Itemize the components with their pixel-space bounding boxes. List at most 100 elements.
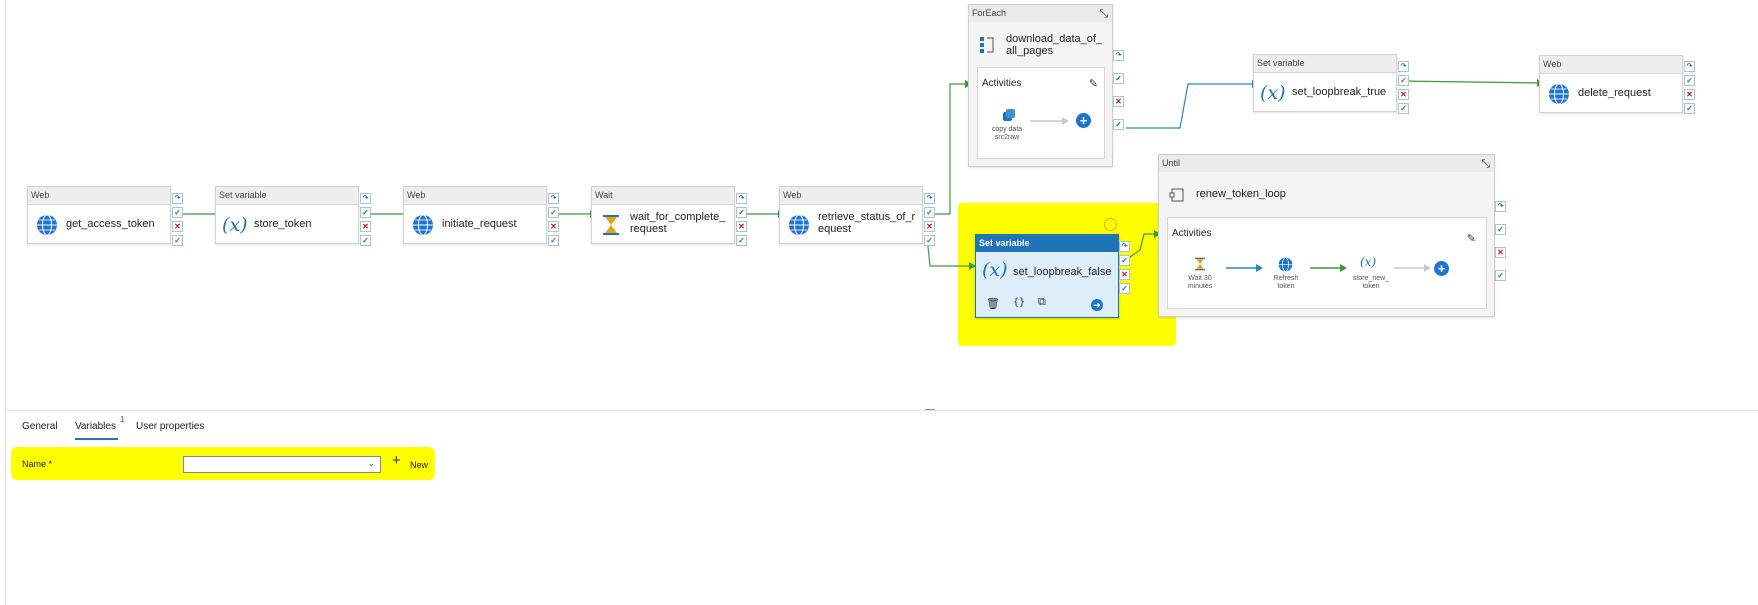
tab-general[interactable]: General [22, 421, 58, 432]
completion-port[interactable]: ✓ [1398, 103, 1409, 114]
skip-port[interactable]: ↷ [1495, 201, 1506, 212]
delete-icon[interactable]: 🗑 [986, 297, 1000, 310]
activity-wait-for-complete-request[interactable]: Wait wait_for_complete_ request [591, 186, 735, 244]
plus-icon[interactable]: + [392, 452, 401, 469]
success-port[interactable]: ✓ [736, 207, 747, 218]
activity-type: Wait [592, 187, 734, 205]
activity-ports: ↷ ✓ ✕ ✓ [1398, 61, 1409, 117]
completion-port[interactable]: ✓ [172, 235, 183, 246]
skip-port[interactable]: ↷ [736, 193, 747, 204]
activity-delete-request[interactable]: Web delete_request [1539, 55, 1683, 113]
globe-icon [413, 214, 433, 236]
activity-name: download_data_of_ all_pages [1006, 33, 1103, 57]
activity-type: Web [404, 187, 546, 205]
skip-port[interactable]: ↷ [172, 193, 183, 204]
add-activity-button[interactable]: + [1434, 261, 1449, 276]
activity-name: set_loopbreak_true [1292, 86, 1387, 98]
collapse-icon[interactable]: ⤡ [1099, 8, 1108, 21]
activity-type: Set variable [216, 187, 358, 205]
activity-get-access-token[interactable]: Web get_access_token [27, 186, 171, 244]
completion-port[interactable]: ✓ [1495, 270, 1506, 281]
failure-port[interactable]: ✕ [1113, 96, 1124, 107]
activity-initiate-request[interactable]: Web initiate_request [403, 186, 547, 244]
foreach-container[interactable]: ForEach ⤡ download_data_of_ all_pages Ac… [968, 4, 1113, 167]
go-arrow-icon[interactable]: ➜ [1091, 299, 1103, 311]
failure-port[interactable]: ✕ [360, 221, 371, 232]
variable-icon: (𝑥) [1260, 82, 1286, 104]
pencil-icon[interactable]: ✎ [1089, 77, 1098, 90]
completion-port[interactable]: ✓ [1119, 283, 1130, 294]
until-activities-panel[interactable]: Activities ✎ Wait 30 minutes Refresh tok… [1167, 217, 1487, 309]
copy-icon[interactable]: ⧉ [1038, 296, 1046, 309]
completion-port[interactable]: ✓ [360, 235, 371, 246]
activity-name: set_loopbreak_false [1013, 266, 1112, 278]
name-dropdown[interactable]: ⌄ [183, 456, 381, 473]
success-port[interactable]: ✓ [1113, 73, 1124, 84]
inner-connector [1394, 264, 1431, 272]
activity-ports: ↷ ✓ ✕ ✓ [736, 193, 747, 249]
failure-port[interactable]: ✕ [548, 221, 559, 232]
failure-port[interactable]: ✕ [1495, 247, 1506, 258]
failure-port[interactable]: ✕ [172, 221, 183, 232]
activity-name: store_token [254, 218, 312, 230]
failure-port[interactable]: ✕ [736, 221, 747, 232]
until-container[interactable]: Until ⤡ renew_token_loop Activities ✎ Wa… [1158, 154, 1495, 317]
activity-ports: ↷ ✓ ✕ ✓ [548, 193, 559, 249]
activity-name: delete_request [1578, 87, 1651, 99]
activity-set-loopbreak-true[interactable]: Set variable (𝑥) set_loopbreak_true [1253, 54, 1397, 112]
failure-port[interactable]: ✕ [1398, 89, 1409, 100]
failure-port[interactable]: ✕ [1119, 269, 1130, 280]
variable-icon: (𝑥) [982, 259, 1008, 281]
success-port[interactable]: ✓ [924, 207, 935, 218]
new-variable-button[interactable]: New [410, 460, 428, 470]
add-activity-button[interactable]: + [1076, 113, 1091, 128]
failure-port[interactable]: ✕ [924, 221, 935, 232]
skip-port[interactable]: ↷ [548, 193, 559, 204]
activity-ports: ↷ ✓ ✕ ✓ [360, 193, 371, 249]
pencil-icon[interactable]: ✎ [1467, 232, 1476, 245]
activity-type: Web [28, 187, 170, 205]
failure-port[interactable]: ✕ [1684, 89, 1695, 100]
skip-port[interactable]: ↷ [1684, 61, 1695, 72]
chevron-down-icon: ⌄ [367, 458, 375, 468]
completion-port[interactable]: ✓ [924, 235, 935, 246]
tab-user-properties[interactable]: User properties [136, 421, 204, 432]
collapse-icon[interactable]: ⤡ [1481, 158, 1490, 171]
active-tab-underline [75, 438, 118, 440]
variable-icon: (𝑥) [222, 214, 248, 236]
activity-type: ForEach [969, 5, 1112, 22]
globe-icon [789, 214, 809, 236]
name-field-label: Name * [22, 459, 53, 469]
success-port[interactable]: ✓ [1495, 224, 1506, 235]
panel-divider [5, 410, 1758, 411]
skip-port[interactable]: ↷ [924, 193, 935, 204]
success-port[interactable]: ✓ [1684, 75, 1695, 86]
success-port[interactable]: ✓ [548, 207, 559, 218]
success-port[interactable]: ✓ [1119, 255, 1130, 266]
activity-ports: ↷ ✓ ✕ ✓ [1684, 61, 1695, 117]
success-port[interactable]: ✓ [1398, 75, 1409, 86]
skip-port[interactable]: ↷ [360, 193, 371, 204]
skip-port[interactable]: ↷ [1113, 50, 1124, 61]
tab-variables[interactable]: Variables [75, 421, 116, 432]
completion-port[interactable]: ✓ [736, 235, 747, 246]
activity-ports: ↷ ✓ ✕ ✓ [1495, 201, 1506, 284]
activity-retrieve-status-of-request[interactable]: Web retrieve_status_of_r equest [779, 186, 923, 244]
skip-port[interactable]: ↷ [1119, 241, 1130, 252]
activity-set-loopbreak-false[interactable]: Set variable (𝑥) set_loopbreak_false 🗑 {… [975, 234, 1119, 318]
activity-type: Set variable [1254, 55, 1396, 73]
activity-store-token[interactable]: Set variable (𝑥) store_token [215, 186, 359, 244]
success-port[interactable]: ✓ [172, 207, 183, 218]
activity-ports: ↷ ✓ ✕ ✓ [1113, 50, 1124, 133]
foreach-activities-panel[interactable]: Activities ✎ copy data src2raw + [977, 67, 1105, 159]
completion-port[interactable]: ✓ [1684, 103, 1695, 114]
skip-port[interactable]: ↷ [1398, 61, 1409, 72]
completion-port[interactable]: ✓ [548, 235, 559, 246]
connector [1399, 80, 1541, 84]
activity-type: Web [780, 187, 922, 205]
copy-data-icon [1003, 109, 1015, 121]
success-port[interactable]: ✓ [360, 207, 371, 218]
completion-port[interactable]: ✓ [1113, 119, 1124, 130]
code-icon[interactable]: {} [1013, 297, 1025, 308]
connector [1125, 233, 1156, 261]
